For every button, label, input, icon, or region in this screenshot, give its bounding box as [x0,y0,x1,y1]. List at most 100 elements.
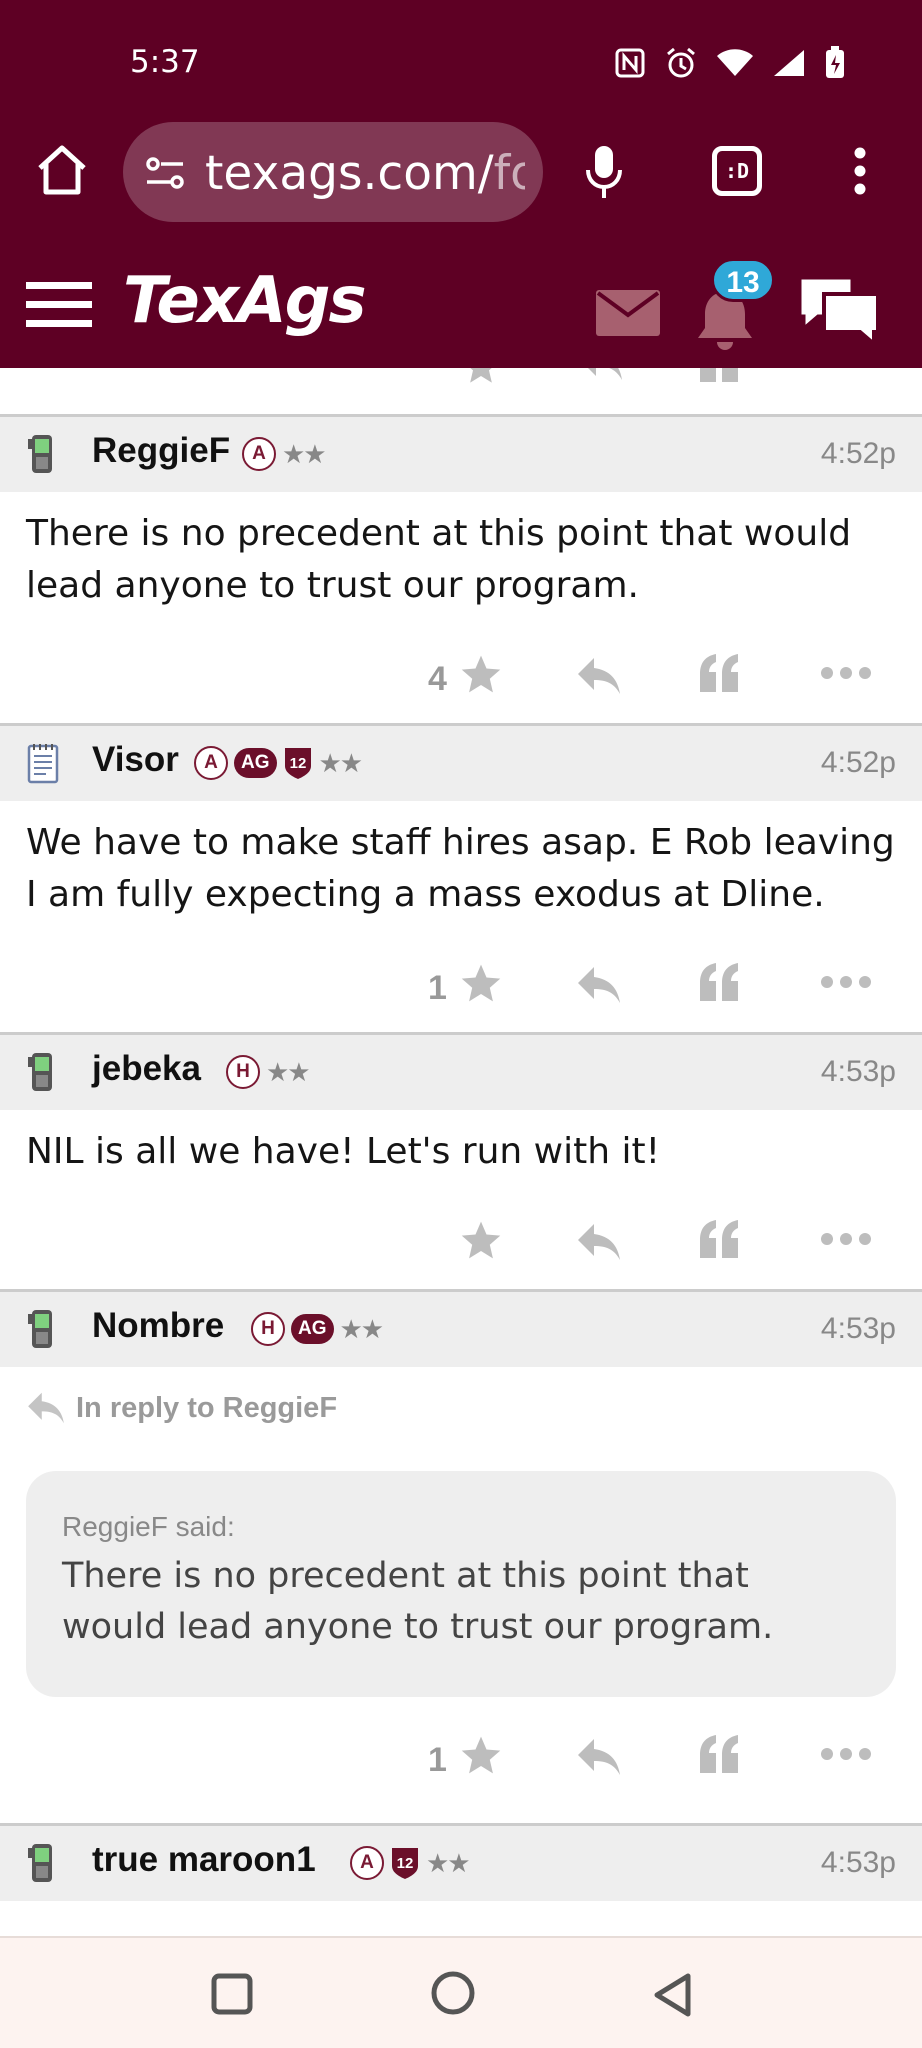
quote-author: ReggieF said: [62,1511,235,1542]
post-body: We have to make staff hires asap. E Rob … [26,822,895,915]
site-logo[interactable]: TexAgs [123,264,367,338]
tag-h-badge: H [251,1312,285,1346]
reply-icon[interactable] [576,656,622,696]
status-icons [614,46,846,80]
post-reggief: ReggieF A ★★ 4:52p There is no precedent… [0,414,922,698]
quote-icon[interactable] [698,654,742,694]
tab-switcher-button[interactable]: :D [712,146,762,196]
site-header: TexAgs [0,262,922,354]
url-text[interactable]: texags.com/for [205,146,525,202]
post-username[interactable]: true maroon1 [92,1840,316,1880]
alarm-icon [667,47,695,78]
more-vert-icon[interactable] [852,146,868,196]
wifi-icon [717,49,753,76]
tag-a-badge: A [242,437,276,471]
url-main: texags.com/ [205,146,494,201]
hamburger-menu-icon[interactable] [26,280,92,330]
post-actions [0,1218,922,1278]
twelfth-man-shield-icon: 12 [392,1848,418,1879]
home-circle-icon[interactable] [430,1970,476,2016]
post-time: 4:53p [820,1846,896,1879]
previous-post-actions [0,368,922,412]
post-header: jebeka H ★★ 4:53p [0,1032,922,1110]
more-horiz-icon[interactable] [820,1747,872,1761]
like-count: 1 [428,1741,447,1779]
twelfth-man-shield-icon: 12 [284,748,311,779]
system-navigation-bar [0,1936,922,2048]
quoted-post: ReggieF said: There is no precedent at t… [26,1471,896,1697]
rating-stars: ★★ [426,1847,471,1878]
post-header: Nombre H AG ★★ 4:53p [0,1289,922,1367]
star-icon[interactable] [458,1733,504,1777]
reply-icon[interactable] [576,1222,622,1262]
quote-icon[interactable] [698,1220,742,1260]
quote-icon[interactable] [698,1735,742,1775]
in-reply-to-link[interactable]: In reply to ReggieF [26,1391,337,1425]
recents-square-icon[interactable] [210,1972,254,2016]
site-settings-icon[interactable] [145,156,185,190]
quote-text: There is no precedent at this point that… [62,1556,774,1647]
post-username[interactable]: jebeka [92,1049,201,1089]
tag-a-badge: A [194,746,228,780]
user-tags: A ★★ [242,437,327,471]
star-icon[interactable] [458,1218,504,1262]
tag-ag-badge: AG [234,748,277,778]
rating-stars: ★★ [318,747,364,778]
reply-icon [28,1392,64,1424]
post-true-maroon1: true maroon1 A 12 ★★ 4:53p [0,1823,922,1901]
quote-icon[interactable] [698,368,742,384]
signal-icon [774,50,804,76]
reply-icon[interactable] [576,1737,622,1777]
post-header: true maroon1 A 12 ★★ 4:53p [0,1823,922,1901]
like-count: 4 [428,660,447,698]
tag-a-badge: A [350,1846,384,1880]
home-icon[interactable] [34,142,90,198]
battery-icon [826,46,844,78]
user-tags: A 12 ★★ [350,1846,471,1880]
post-header: Visor A AG 12 ★★ 4:52p [0,723,922,801]
microphone-icon[interactable] [584,144,624,200]
address-bar[interactable]: texags.com/for [123,122,543,222]
more-horiz-icon[interactable] [820,666,872,680]
status-bar: 5:37 [0,40,922,84]
status-time: 5:37 [130,44,200,80]
more-horiz-icon[interactable] [820,975,872,989]
notepad-icon [27,744,59,784]
back-triangle-icon[interactable] [652,1972,694,2018]
post-username[interactable]: ReggieF [92,431,230,471]
more-horiz-icon[interactable] [820,1232,872,1246]
tag-ag-badge: AG [291,1314,334,1344]
chat-icon[interactable] [796,274,882,346]
tag-12-text: 12 [397,1855,414,1872]
reply-icon[interactable] [578,368,624,382]
post-username[interactable]: Visor [92,740,179,780]
rating-stars: ★★ [339,1313,385,1344]
post-time: 4:52p [820,746,896,779]
post-header: ReggieF A ★★ 4:52p [0,414,922,492]
post-jebeka: jebeka H ★★ 4:53p NIL is all we have! Le… [0,1032,922,1260]
star-icon[interactable] [458,961,504,1005]
reply-icon[interactable] [576,965,622,1005]
notification-badge: 13 [711,258,775,302]
post-time: 4:53p [820,1055,896,1088]
post-time: 4:53p [820,1312,896,1345]
in-reply-to-text: In reply to ReggieF [76,1391,338,1424]
post-nombre: Nombre H AG ★★ 4:53p In reply to ReggieF… [0,1289,922,1779]
user-tags: H AG ★★ [251,1312,385,1346]
post-visor: Visor A AG 12 ★★ 4:52p We have to make s… [0,723,922,1007]
star-icon[interactable] [460,368,502,386]
post-body: NIL is all we have! Let's run with it! [26,1131,661,1172]
star-icon[interactable] [458,652,504,696]
rating-stars: ★★ [266,1056,311,1087]
nfc-icon [615,48,645,78]
mobile-phone-icon [28,435,52,473]
top-app-bar: 5:37 texags.com/for :D TexAgs [0,0,922,368]
tag-h-badge: H [226,1055,260,1089]
like-count: 1 [428,969,447,1007]
mail-icon[interactable] [596,290,660,336]
rating-stars: ★★ [282,438,327,469]
quote-icon[interactable] [698,963,742,1003]
mobile-phone-icon [28,1844,52,1882]
mobile-phone-icon [28,1310,52,1348]
post-username[interactable]: Nombre [92,1306,224,1346]
